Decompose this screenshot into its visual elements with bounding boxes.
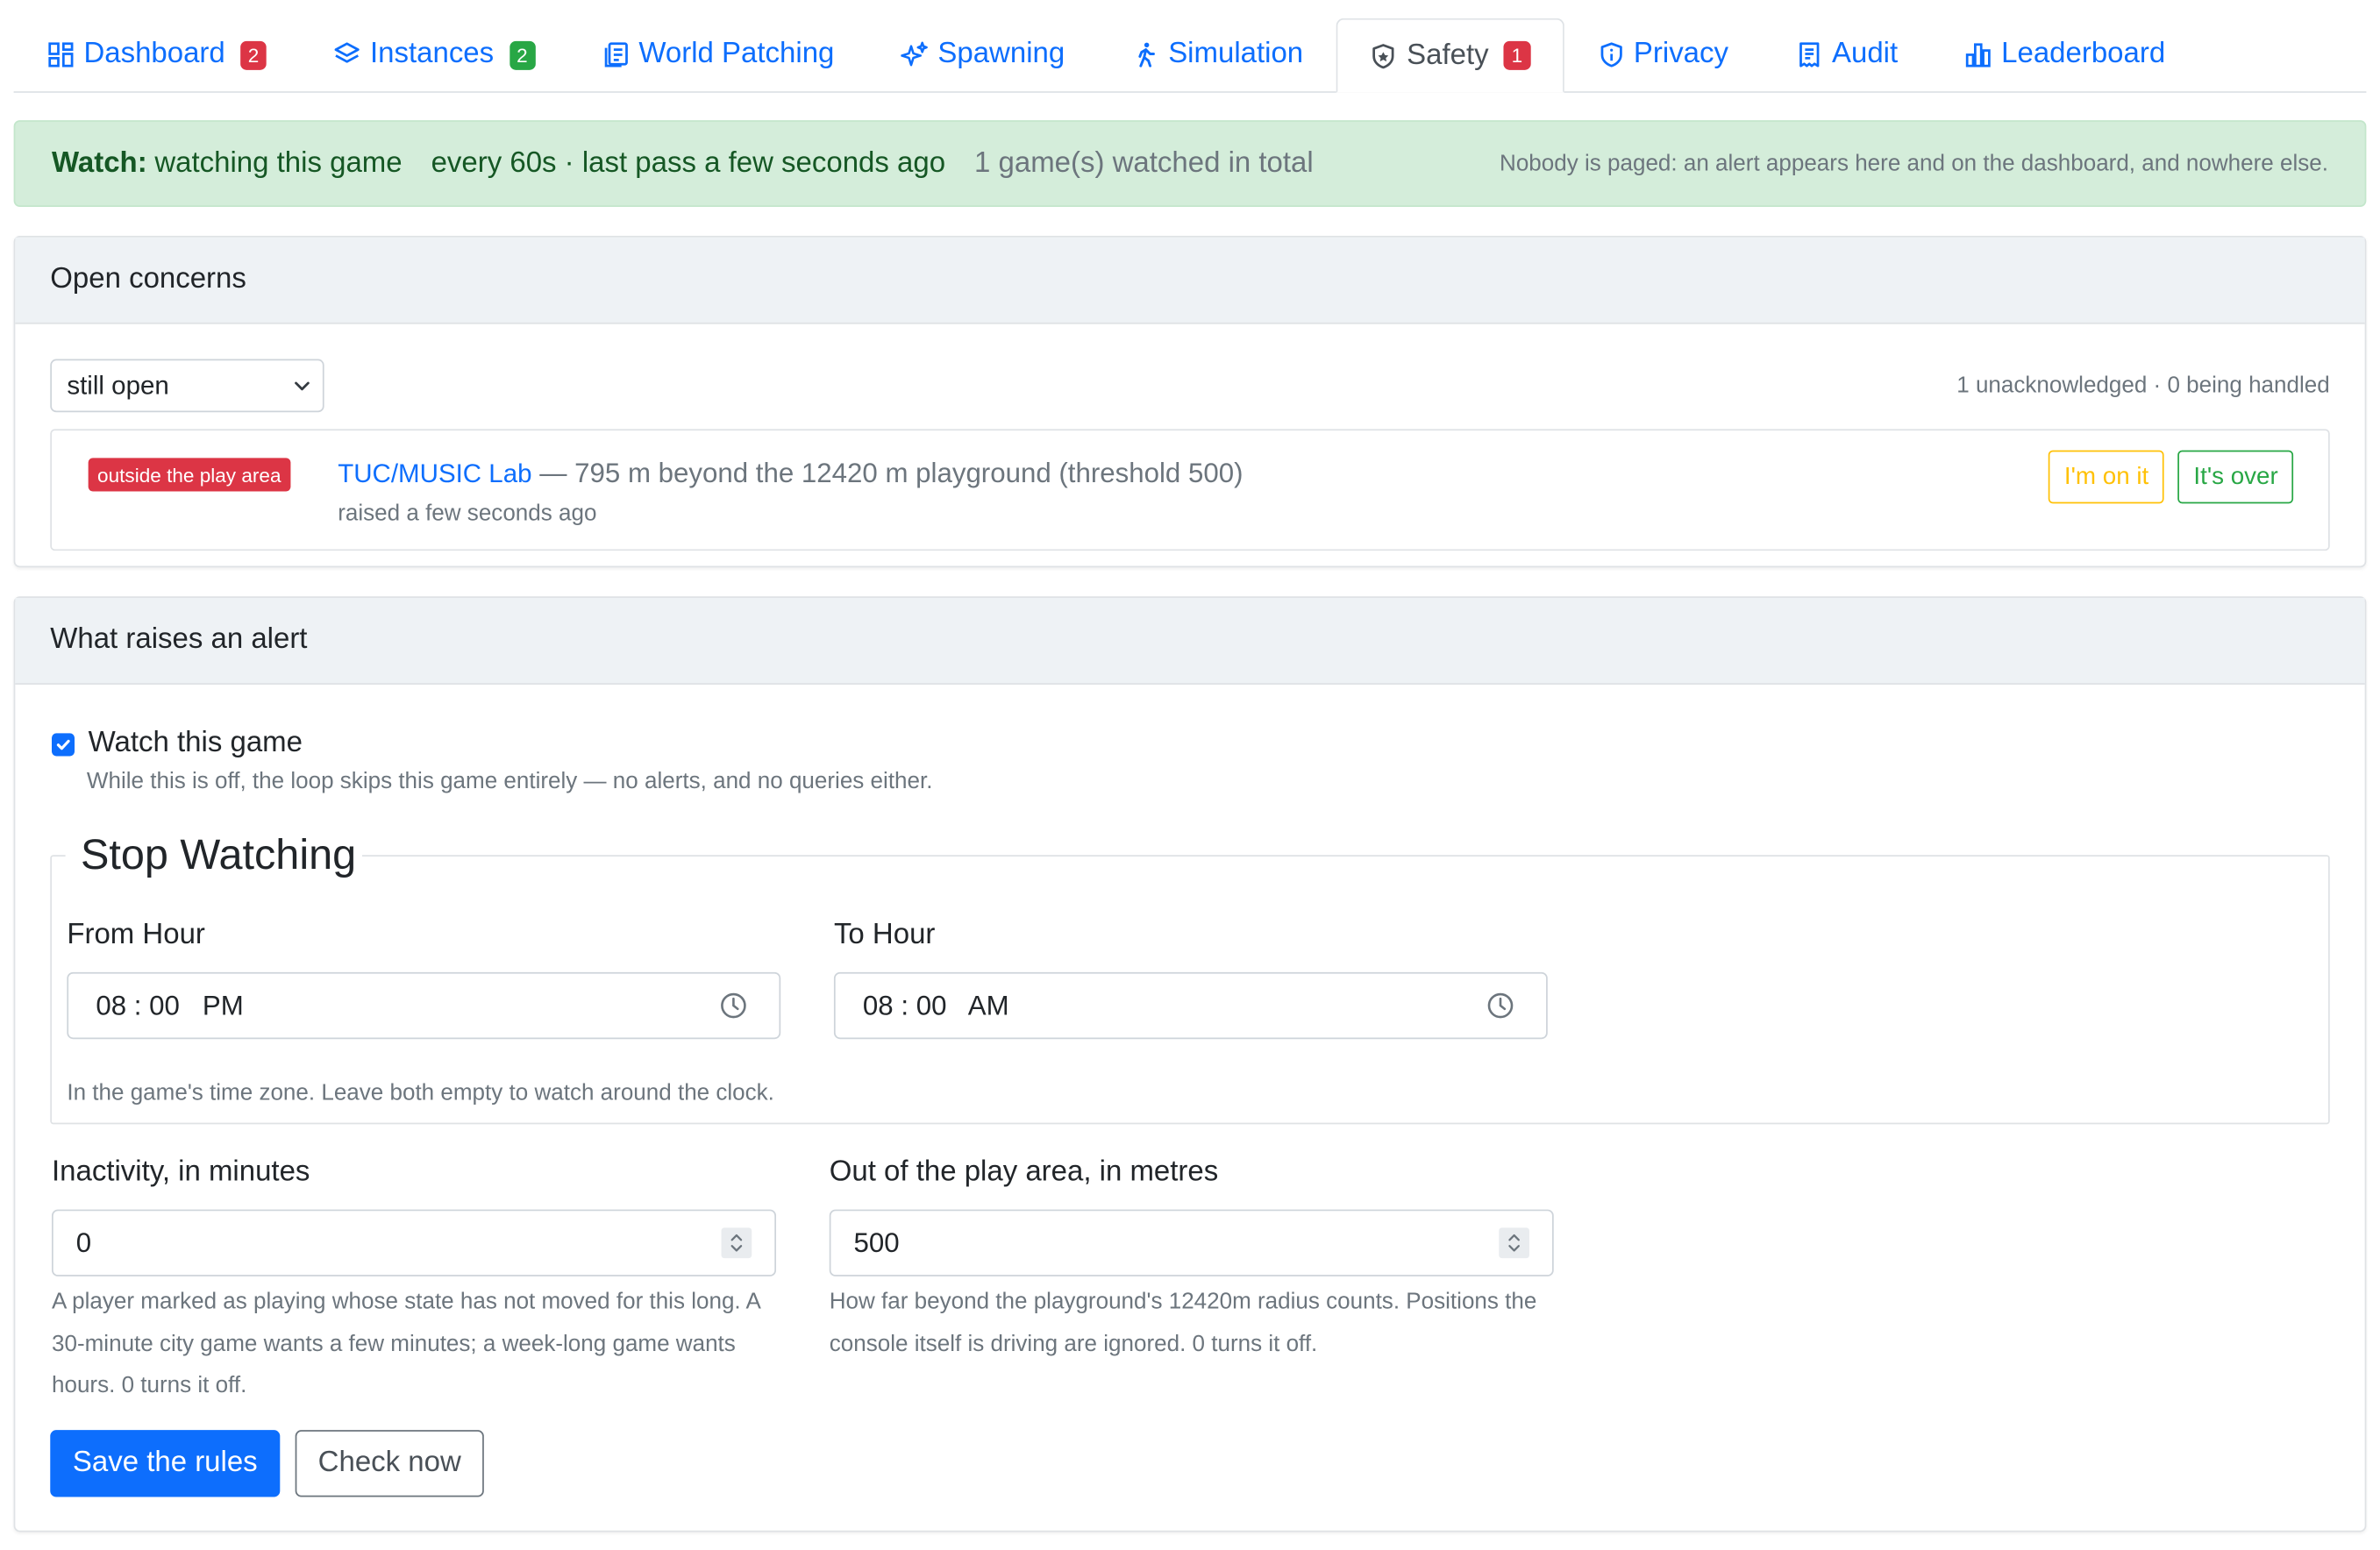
concern-raised-time: raised a few seconds ago <box>338 500 597 527</box>
inactivity-label: Inactivity, in minutes <box>52 1155 310 1189</box>
stepper-arrows-icon <box>1508 1234 1520 1252</box>
inactivity-input[interactable]: 0 <box>52 1209 777 1276</box>
receipt-icon <box>1799 42 1820 68</box>
tab-label: Audit <box>1832 38 1899 70</box>
watch-interval: every 60s · last pass a few seconds ago <box>431 146 946 179</box>
watch-game-checkbox[interactable] <box>52 732 75 756</box>
tab-privacy[interactable]: Privacy <box>1564 18 1762 91</box>
dashboard-icon <box>48 42 74 68</box>
acknowledge-button[interactable]: I'm on it <box>2049 450 2164 504</box>
save-rules-button[interactable]: Save the rules <box>50 1430 281 1497</box>
tab-label: Spawning <box>937 38 1065 70</box>
hours-help: In the game's time zone. Leave both empt… <box>67 1080 774 1106</box>
stepper-arrows-icon <box>730 1234 743 1252</box>
watch-toggle-row: Watch this game <box>52 727 303 760</box>
play-area-input[interactable]: 500 <box>829 1209 1554 1276</box>
play-area-stepper[interactable] <box>1499 1227 1529 1259</box>
watch-game-help: While this is off, the loop skips this g… <box>86 768 933 794</box>
resolve-button[interactable]: It's over <box>2178 450 2294 504</box>
concern-filter-select[interactable]: still open <box>50 359 324 413</box>
concern-item: outside the play area TUC/MUSIC Lab — 79… <box>50 429 2330 551</box>
shield-icon <box>1373 43 1395 68</box>
document-icon <box>604 42 628 68</box>
tab-bar: Dashboard 2 Instances 2 World Patching S… <box>13 17 2367 93</box>
play-area-label: Out of the play area, in metres <box>829 1155 1219 1189</box>
tab-label: Leaderboard <box>2001 38 2166 70</box>
tab-label: Safety <box>1407 39 1489 71</box>
tab-label: Privacy <box>1633 38 1729 70</box>
inactivity-help: A player marked as playing whose state h… <box>52 1288 760 1398</box>
paging-note: Nobody is paged: an alert appears here a… <box>1500 150 2329 177</box>
safety-count-badge: 1 <box>1503 40 1530 70</box>
watch-label: Watch: <box>52 146 147 179</box>
clock-icon <box>721 992 746 1019</box>
to-hour-label: To Hour <box>833 919 936 951</box>
concern-summary: 1 unacknowledged · 0 being handled <box>1956 373 2330 399</box>
chevron-down-icon <box>295 381 310 391</box>
play-area-help: How far beyond the playground's 12420m r… <box>829 1288 1537 1357</box>
tab-spawning[interactable]: Spawning <box>868 18 1099 91</box>
tab-audit[interactable]: Audit <box>1762 18 1931 91</box>
open-concerns-card: Open concerns still open 1 unacknowledge… <box>13 235 2367 568</box>
inactivity-stepper[interactable] <box>721 1227 752 1259</box>
alert-count-badge: 2 <box>240 39 267 69</box>
bar-chart-icon <box>1966 43 1991 68</box>
concern-filter-value: still open <box>67 370 169 400</box>
check-icon <box>56 738 70 750</box>
concern-detail: — 795 m beyond the 12420 m playground (t… <box>539 458 1243 489</box>
to-hour-value: 08 : 00 AM <box>862 989 1009 1020</box>
watch-game-label: Watch this game <box>88 727 303 759</box>
from-hour-label: From Hour <box>67 919 205 951</box>
tab-label: World Patching <box>638 38 835 70</box>
check-now-button[interactable]: Check now <box>295 1430 484 1497</box>
to-hour-input[interactable]: 08 : 00 AM <box>833 971 1548 1040</box>
sparkles-icon <box>901 41 929 67</box>
watch-status-banner: Watch: watching this game every 60s · la… <box>13 120 2367 208</box>
inactivity-value: 0 <box>75 1226 92 1258</box>
tab-instances[interactable]: Instances 2 <box>300 18 568 91</box>
watch-total: 1 game(s) watched in total <box>974 146 1314 179</box>
walking-person-icon <box>1137 42 1155 68</box>
concern-description: TUC/MUSIC Lab — 795 m beyond the 12420 m… <box>338 458 1243 489</box>
page: Dashboard 2 Instances 2 World Patching S… <box>0 0 2380 1550</box>
card-title: What raises an alert <box>15 597 2365 685</box>
layers-icon <box>334 42 360 63</box>
play-area-value: 500 <box>853 1226 900 1258</box>
tab-label: Dashboard <box>83 38 225 70</box>
shield-info-icon <box>1600 42 1621 68</box>
instance-count-badge: 2 <box>509 39 536 69</box>
tab-simulation[interactable]: Simulation <box>1098 18 1336 91</box>
concern-type-badge: outside the play area <box>88 458 290 492</box>
stop-watching-legend: Stop Watching <box>65 830 363 880</box>
watch-status: watching this game <box>154 146 403 179</box>
tab-leaderboard[interactable]: Leaderboard <box>1931 18 2198 91</box>
game-link[interactable]: TUC/MUSIC Lab <box>338 459 531 488</box>
clock-icon <box>1487 992 1514 1019</box>
card-title: Open concerns <box>15 237 2365 324</box>
from-hour-value: 08 : 00 PM <box>96 989 244 1020</box>
alert-rules-card: What raises an alert Watch this game Whi… <box>13 596 2367 1532</box>
tab-world-patching[interactable]: World Patching <box>569 18 868 91</box>
tab-label: Instances <box>370 38 495 70</box>
tab-safety[interactable]: Safety 1 <box>1336 18 1564 93</box>
from-hour-input[interactable]: 08 : 00 PM <box>67 971 781 1040</box>
tab-dashboard[interactable]: Dashboard 2 <box>14 18 301 91</box>
tab-label: Simulation <box>1168 38 1304 70</box>
